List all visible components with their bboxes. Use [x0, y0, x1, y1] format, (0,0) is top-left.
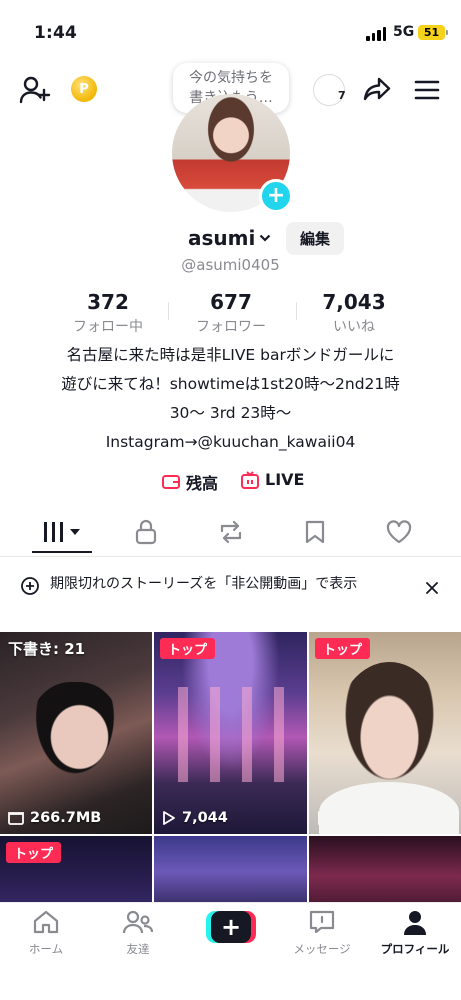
nav-home[interactable]: ホーム: [0, 909, 92, 957]
add-user-icon: [19, 76, 51, 104]
followers-label: フォロワー: [196, 319, 266, 335]
nav-friends[interactable]: 友達: [92, 909, 184, 957]
tabs-divider: [0, 556, 461, 557]
followers-count: 677: [210, 290, 252, 314]
share-icon: [363, 77, 391, 101]
live-tv-icon: [241, 470, 259, 489]
drafts-size-value: 266.7MB: [30, 810, 102, 826]
add-friend-button[interactable]: [18, 73, 52, 107]
balance-link[interactable]: 残高: [162, 470, 218, 494]
folder-icon: [8, 812, 24, 825]
play-icon: [163, 811, 175, 825]
close-notice-button[interactable]: [421, 577, 443, 599]
user-handle: @asumi0405: [181, 256, 280, 274]
likes-stat[interactable]: 7,043 いいね: [289, 290, 419, 336]
tab-liked[interactable]: [374, 515, 424, 549]
profile-icon: [404, 911, 426, 935]
add-circle-icon: [21, 577, 39, 595]
repost-icon: [220, 520, 242, 544]
edit-profile-button[interactable]: 編集: [286, 222, 344, 255]
add-story-button[interactable]: +: [259, 179, 293, 213]
live-label: LIVE: [265, 470, 305, 489]
status-bar: 1:44 5G 51: [0, 0, 461, 64]
balance-label: 残高: [186, 474, 219, 493]
plus-icon: +: [266, 183, 286, 208]
likes-label: いいね: [333, 319, 375, 335]
grid-bars-icon: [44, 522, 80, 542]
notification-count: 7: [338, 89, 346, 102]
nav-profile-label: プロフィール: [380, 942, 450, 956]
stories-notice[interactable]: 期限切れのストーリーズを「非公開動画」で表示: [0, 566, 461, 618]
pinned-badge: トップ: [6, 842, 62, 863]
coin-icon[interactable]: P: [71, 76, 97, 102]
live-link[interactable]: LIVE: [241, 470, 304, 489]
nav-messages[interactable]: メッセージ: [276, 909, 368, 957]
heart-icon: [386, 520, 412, 544]
video-tile-drafts[interactable]: 下書き: 21 266.7MB: [0, 632, 152, 834]
nav-friends-label: 友達: [126, 942, 150, 956]
video-tile[interactable]: トップ 7,602: [309, 632, 461, 834]
bio-line: Instagram→@kuuchan_kawaii04: [105, 433, 356, 451]
pinned-badge: トップ: [315, 638, 371, 659]
bottom-navigation: ホーム 友達 + メッセージ プロフィール: [0, 902, 461, 1000]
video-views: 7,602: [317, 810, 383, 826]
following-count: 372: [87, 290, 129, 314]
video-tile[interactable]: トップ 7,044: [154, 632, 307, 834]
signal-icon: [366, 27, 386, 41]
bubble-line-1: 今の気持ちを: [189, 70, 273, 86]
nav-messages-label: メッセージ: [293, 942, 351, 956]
likes-count: 7,043: [322, 290, 386, 314]
battery-icon: 51: [418, 25, 448, 40]
menu-button[interactable]: [411, 74, 443, 106]
profile-bio: 名古屋に来た時は是非LIVE barボンドガールに 遊びに来てね！showtim…: [20, 341, 441, 457]
hamburger-icon: [414, 80, 440, 100]
plus-icon: +: [220, 913, 242, 941]
lock-icon: [135, 519, 157, 545]
tab-videos[interactable]: [37, 515, 87, 549]
username-row[interactable]: asumi: [188, 226, 271, 250]
views-value: 7,602: [337, 810, 383, 826]
battery-level: 51: [423, 26, 440, 39]
active-tab-indicator: [32, 551, 92, 553]
close-icon: [426, 582, 438, 594]
chevron-down-icon: [260, 234, 271, 242]
video-tile[interactable]: [309, 836, 461, 902]
network-label: 5G: [393, 24, 415, 40]
video-grid: 下書き: 21 266.7MB トップ 7,044 トップ 7,602 トップ: [0, 632, 461, 902]
notice-text: 期限切れのストーリーズを「非公開動画」で表示: [50, 576, 358, 592]
followers-stat[interactable]: 677 フォロワー: [166, 290, 296, 336]
tab-reposts[interactable]: [206, 515, 256, 549]
nav-home-label: ホーム: [28, 942, 64, 956]
views-value: 7,044: [182, 810, 228, 826]
pinned-badge: トップ: [160, 638, 216, 659]
video-tile[interactable]: [154, 836, 307, 902]
drafts-label: 下書き: 21: [8, 640, 86, 658]
profile-links: 残高 LIVE: [0, 470, 461, 496]
tab-private[interactable]: [121, 515, 171, 549]
bio-line: 30〜 3rd 23時〜: [169, 404, 292, 422]
video-views: 7,044: [162, 810, 228, 826]
friends-icon: [122, 910, 154, 934]
username: asumi: [188, 226, 256, 250]
status-time: 1:44: [34, 23, 78, 43]
create-button[interactable]: +: [206, 911, 256, 943]
bio-line: 遊びに来てね！showtimeは1st20時〜2nd21時: [61, 375, 400, 393]
profile-tabs: [0, 507, 461, 557]
following-stat[interactable]: 372 フォロー中: [43, 290, 173, 336]
wallet-icon: [162, 475, 180, 489]
bookmark-icon: [305, 520, 325, 544]
profile-stats: 372 フォロー中 677 フォロワー 7,043 いいね: [0, 290, 461, 336]
message-icon: [309, 910, 335, 934]
tab-favorites[interactable]: [290, 515, 340, 549]
share-button[interactable]: [361, 73, 393, 105]
nav-profile[interactable]: プロフィール: [369, 909, 461, 957]
play-icon: [318, 811, 330, 825]
home-icon: [33, 910, 59, 934]
following-label: フォロー中: [73, 319, 143, 335]
bio-line: 名古屋に来た時は是非LIVE barボンドガールに: [66, 346, 395, 364]
drafts-size: 266.7MB: [8, 810, 101, 826]
video-tile[interactable]: トップ: [0, 836, 152, 902]
